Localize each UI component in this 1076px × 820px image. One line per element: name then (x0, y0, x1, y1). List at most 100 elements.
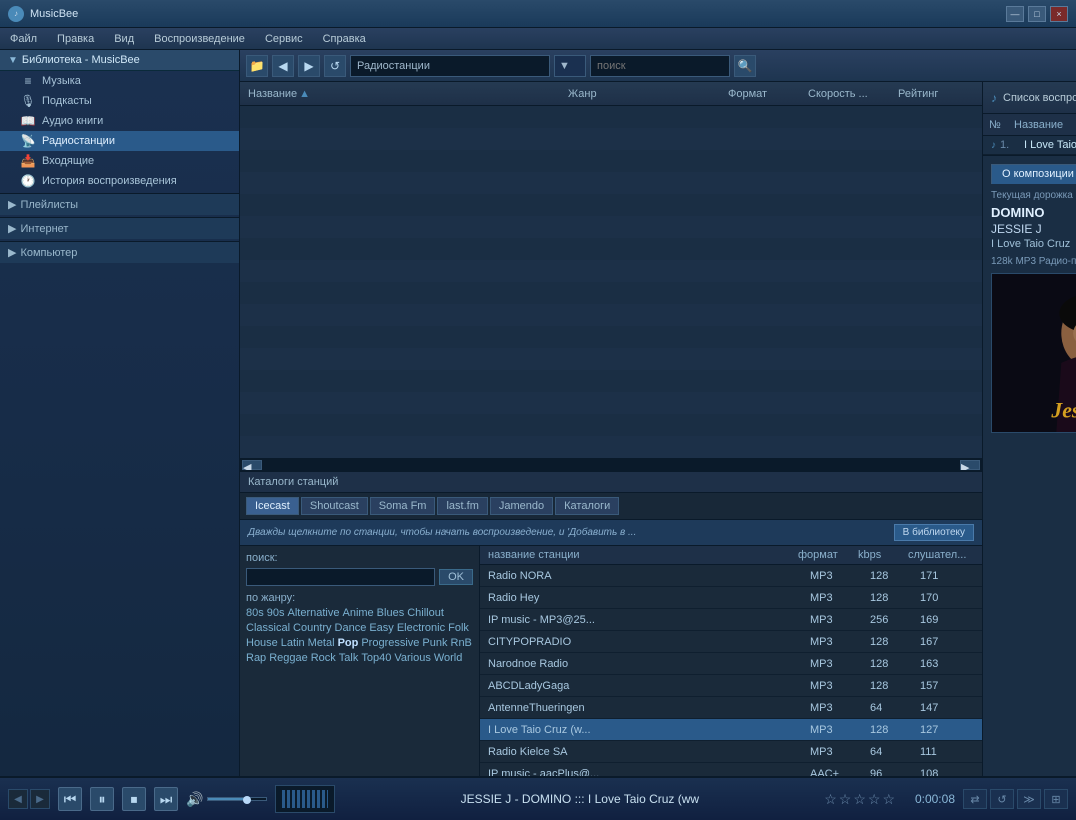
tab-about[interactable]: О композиции (991, 164, 1076, 184)
genre-electronic[interactable]: Electronic (397, 622, 445, 634)
table-row[interactable] (240, 370, 982, 392)
sidebar-item-radio[interactable]: 📡 Радиостанции (0, 131, 239, 151)
sidebar-item-podcasts[interactable]: 🎙 Подкасты (0, 91, 239, 111)
genre-country[interactable]: Country (293, 622, 332, 634)
scroll-left-btn[interactable]: ◀ (242, 460, 262, 470)
sidebar-item-inbox[interactable]: 📥 Входящие (0, 151, 239, 171)
catalog-station-row[interactable]: Radio Hey MP3 128 170 (480, 587, 982, 609)
menu-edit[interactable]: Правка (53, 31, 98, 47)
stop-btn[interactable]: ⏹ (122, 787, 146, 811)
menu-help[interactable]: Справка (319, 31, 370, 47)
sidebar-item-history[interactable]: 🕐 История воспроизведения (0, 171, 239, 191)
table-row[interactable] (240, 150, 982, 172)
player-stars[interactable]: ☆☆☆☆☆ (824, 791, 897, 808)
sidebar-section-playlists[interactable]: ▶ Плейлисты (0, 193, 239, 215)
table-row[interactable] (240, 304, 982, 326)
table-row[interactable] (240, 238, 982, 260)
nav-left-btn[interactable]: ◀ (8, 789, 28, 809)
catalog-station-row[interactable]: Radio Kielce SA MP3 64 111 (480, 741, 982, 763)
search-input[interactable] (597, 60, 723, 72)
genre-world[interactable]: World (434, 652, 463, 664)
table-row[interactable] (240, 106, 982, 128)
genre-latin[interactable]: Latin (281, 637, 305, 649)
tab-icecast[interactable]: Icecast (246, 497, 299, 515)
sidebar-item-audiobooks[interactable]: 📖 Аудио книги (0, 111, 239, 131)
genre-talk[interactable]: Talk (339, 652, 359, 664)
close-button[interactable]: × (1050, 6, 1068, 22)
genre-house[interactable]: House (246, 637, 278, 649)
genre-reggae[interactable]: Reggae (269, 652, 308, 664)
tab-somafm[interactable]: Soma Fm (370, 497, 436, 515)
sidebar-section-computer[interactable]: ▶ Компьютер (0, 241, 239, 263)
horizontal-scrollbar[interactable]: ◀ ▶ (240, 458, 982, 470)
sidebar-section-internet[interactable]: ▶ Интернет (0, 217, 239, 239)
catalog-station-row[interactable]: IP music - aacPlus@... AAC+ 96 108 (480, 763, 982, 776)
back-btn[interactable]: ◀ (272, 55, 294, 77)
folder-btn[interactable]: 📁 (246, 55, 268, 77)
view-dropdown[interactable]: ▼ (554, 55, 586, 77)
genre-folk[interactable]: Folk (448, 622, 469, 634)
genre-various[interactable]: Various (394, 652, 430, 664)
genre-pop[interactable]: Pop (338, 637, 359, 649)
catalog-station-row[interactable]: IP music - MP3@25... MP3 256 169 (480, 609, 982, 631)
table-row[interactable] (240, 128, 982, 150)
pause-btn[interactable]: ⏸ (90, 787, 114, 811)
genre-90s[interactable]: 90s (267, 607, 285, 619)
genre-rock[interactable]: Rock (311, 652, 336, 664)
genre-alternative[interactable]: Alternative (288, 607, 340, 619)
menu-tools[interactable]: Сервис (261, 31, 307, 47)
refresh-btn[interactable]: ↺ (324, 55, 346, 77)
maximize-button[interactable]: □ (1028, 6, 1046, 22)
table-row[interactable] (240, 194, 982, 216)
search-btn[interactable]: 🔍 (734, 55, 756, 77)
genre-progressive[interactable]: Progressive (361, 637, 419, 649)
extra-btn1[interactable]: ≫ (1017, 789, 1041, 809)
catalog-search-input[interactable] (246, 568, 435, 586)
prev-btn[interactable]: ⏮ (58, 787, 82, 811)
nav-right-btn[interactable]: ▶ (30, 789, 50, 809)
catalog-station-row[interactable]: ABCDLadyGaga MP3 128 157 (480, 675, 982, 697)
table-row[interactable] (240, 326, 982, 348)
menu-view[interactable]: Вид (110, 31, 138, 47)
table-row[interactable] (240, 392, 982, 414)
table-row[interactable] (240, 260, 982, 282)
genre-top40[interactable]: Top40 (361, 652, 391, 664)
playlist-item[interactable]: ♪ 1. I Love Taio Cruz (... (983, 136, 1076, 155)
tab-lastfm[interactable]: last.fm (437, 497, 487, 515)
genre-80s[interactable]: 80s (246, 607, 264, 619)
repeat-btn[interactable]: ↺ (990, 789, 1014, 809)
genre-chillout[interactable]: Chillout (407, 607, 444, 619)
genre-punk[interactable]: Punk (422, 637, 447, 649)
genre-classical[interactable]: Classical (246, 622, 290, 634)
catalog-station-row[interactable]: Narodnoe Radio MP3 128 163 (480, 653, 982, 675)
shuffle-btn[interactable]: ⇄ (963, 789, 987, 809)
menu-file[interactable]: Файл (6, 31, 41, 47)
tab-jamendo[interactable]: Jamendo (490, 497, 553, 515)
table-row[interactable] (240, 282, 982, 304)
table-row[interactable] (240, 348, 982, 370)
genre-dance[interactable]: Dance (335, 622, 367, 634)
genre-rnb[interactable]: RnB (451, 637, 472, 649)
tab-shoutcast[interactable]: Shoutcast (301, 497, 368, 515)
genre-rap[interactable]: Rap (246, 652, 266, 664)
tab-catalogs[interactable]: Каталоги (555, 497, 619, 515)
genre-easy[interactable]: Easy (369, 622, 393, 634)
search-box[interactable] (590, 55, 730, 77)
genre-metal[interactable]: Metal (308, 637, 335, 649)
minimize-button[interactable]: — (1006, 6, 1024, 22)
sidebar-item-music[interactable]: ≡ Музыка (0, 71, 239, 91)
menu-playback[interactable]: Воспроизведение (150, 31, 249, 47)
table-row[interactable] (240, 172, 982, 194)
catalog-station-row[interactable]: AntenneThueringen MP3 64 147 (480, 697, 982, 719)
extra-btn2[interactable]: ⊞ (1044, 789, 1068, 809)
volume-slider[interactable] (207, 797, 267, 801)
next-btn[interactable]: ⏭ (154, 787, 178, 811)
scroll-right-btn[interactable]: ▶ (960, 460, 980, 470)
add-to-library-btn[interactable]: В библиотеку (894, 524, 974, 541)
catalog-station-row-selected[interactable]: I Love Taio Cruz (w... MP3 128 127 (480, 719, 982, 741)
catalog-station-row[interactable]: Radio NORA MP3 128 171 (480, 565, 982, 587)
genre-anime[interactable]: Anime (342, 607, 373, 619)
catalog-ok-btn[interactable]: OK (439, 569, 473, 585)
genre-blues[interactable]: Blues (377, 607, 405, 619)
table-row[interactable] (240, 216, 982, 238)
